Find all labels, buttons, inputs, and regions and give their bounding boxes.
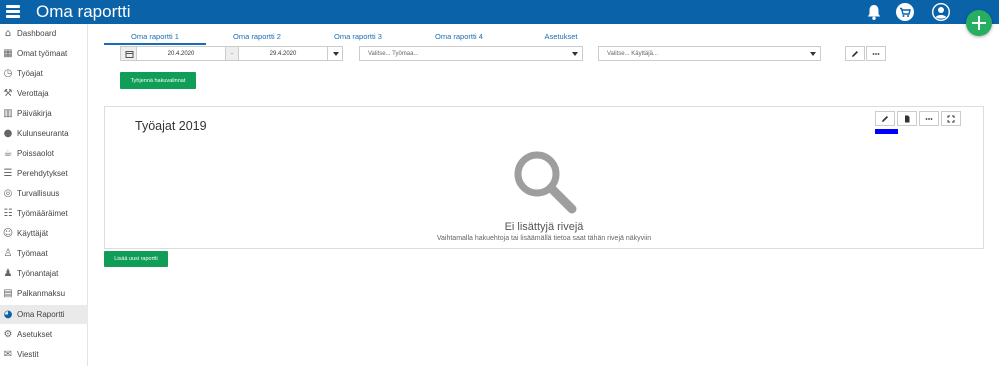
pencil-icon	[852, 50, 858, 57]
payment-icon: ▤	[3, 287, 13, 299]
sidebar-item-label: Verottaja	[17, 89, 49, 98]
sidebar-item-label: Työmääräimet	[17, 209, 68, 218]
sidebar-item-label: Poissaolot	[17, 149, 54, 158]
tab-oma-raportti-2[interactable]: Oma raportti 2	[206, 32, 308, 44]
gear-icon: ⚙	[3, 328, 13, 340]
more-filters-button[interactable]	[866, 46, 886, 61]
worker-icon: ♙	[3, 247, 13, 259]
date-start-input[interactable]: 20.4.2020	[136, 46, 226, 61]
users-icon: ☺	[2, 227, 14, 239]
report-panel: Työajat 2019 Ei lisättyjä rivejä Vaihtam…	[104, 106, 984, 249]
add-fab-button[interactable]	[966, 10, 992, 36]
sidebar-item-tyonantajat[interactable]: ♟ Työnantajat	[0, 264, 88, 283]
coffee-icon: ☕	[3, 147, 13, 159]
sidebar-item-tyomaat[interactable]: ♙ Työmaat	[0, 244, 88, 263]
app-title: Oma raportti	[36, 2, 131, 21]
empty-state-title: Ei lisättyjä rivejä	[504, 221, 584, 233]
date-range-separator: -	[225, 46, 239, 61]
legend-color-swatch	[875, 129, 898, 134]
active-tab-indicator	[104, 43, 206, 45]
sidebar-item-perehdytykset[interactable]: ☰ Perehdytykset	[0, 164, 88, 183]
top-bar: Oma raportti	[0, 0, 999, 24]
sidebar-item-label: Työnantajat	[17, 269, 59, 278]
chevron-down-icon	[572, 52, 578, 56]
sidebar-item-tyoajat[interactable]: ◷ Työajat	[0, 64, 88, 83]
edit-report-button[interactable]	[875, 111, 895, 126]
sidebar-item-dashboard[interactable]: ⌂ Dashboard	[0, 24, 88, 43]
tab-oma-raportti-4[interactable]: Oma raportti 4	[408, 32, 510, 44]
worksite-select-placeholder: Valitse... Työmaa...	[368, 50, 419, 57]
task-list-icon: ☷	[3, 207, 13, 219]
sidebar-item-label: Perehdytykset	[17, 169, 68, 178]
empty-state-subtitle: Vaihtamalla hakuehtoja tai lisäämällä ti…	[436, 235, 652, 242]
date-end-input[interactable]: 29.4.2020	[238, 46, 328, 61]
user-select[interactable]: Valitse... Käyttäjä...	[598, 46, 821, 61]
sidebar-item-label: Työajat	[17, 69, 43, 78]
sidebar-item-paivakirja[interactable]: ▥ Päiväkirja	[0, 104, 88, 123]
export-report-button[interactable]	[897, 111, 917, 126]
sidebar-item-omat-tyomaat[interactable]: ▦ Omat työmaat	[0, 44, 88, 63]
sidebar-item-label: Asetukset	[17, 330, 53, 339]
calendar-button[interactable]	[120, 46, 137, 61]
chevron-down-icon	[810, 52, 816, 56]
date-dropdown-button[interactable]	[327, 46, 343, 61]
sidebar-item-label: Dashboard	[17, 29, 57, 38]
user-select-placeholder: Valitse... Käyttäjä...	[607, 50, 658, 57]
map-pin-icon: ●	[3, 127, 13, 139]
sidebar-item-label: Käyttäjät	[17, 229, 49, 238]
ellipsis-icon	[872, 52, 880, 55]
menu-icon[interactable]	[6, 4, 20, 18]
sidebar-item-turvallisuus[interactable]: ◎ Turvallisuus	[0, 184, 88, 203]
sidebar-item-label: Viestit	[17, 350, 39, 359]
clear-filters-button[interactable]: Tyhjennä hakuvalinnat	[120, 72, 196, 89]
sidebar-item-label: Oma Raportti	[17, 310, 65, 319]
sidebar-item-viestit[interactable]: ✉ Viestit	[0, 345, 88, 364]
sidebar-item-tyomaaraimet[interactable]: ☷ Työmääräimet	[0, 204, 88, 223]
edit-filters-button[interactable]	[845, 46, 865, 61]
sidebar-item-kulunseuranta[interactable]: ● Kulunseuranta	[0, 124, 88, 143]
fullscreen-button[interactable]	[941, 111, 961, 126]
search-magnifier-icon	[514, 151, 577, 214]
clock-icon: ◷	[3, 67, 13, 79]
bell-icon[interactable]	[864, 2, 884, 22]
sidebar-item-palkanmaksu[interactable]: ▤ Palkanmaksu	[0, 284, 88, 303]
add-report-button[interactable]: Lisää uusi raportti	[104, 251, 168, 267]
user-profile-icon[interactable]	[931, 2, 951, 22]
sidebar-item-label: Työmaat	[17, 249, 48, 258]
sidebar-item-label: Kulunseuranta	[17, 129, 69, 138]
sidebar-item-label: Päiväkirja	[17, 109, 52, 118]
gavel-icon: ⚒	[3, 87, 13, 99]
chevron-down-icon	[333, 52, 339, 56]
sidebar-item-label: Omat työmaat	[17, 49, 68, 58]
worksite-select[interactable]: Valitse... Työmaa...	[359, 46, 583, 61]
report-more-button[interactable]	[919, 111, 939, 126]
document-icon	[905, 115, 910, 122]
pencil-icon	[882, 115, 888, 122]
mail-icon: ✉	[3, 348, 13, 360]
cart-icon[interactable]	[895, 2, 915, 22]
sidebar-item-kayttajat[interactable]: ☺ Käyttäjät	[0, 224, 88, 243]
expand-icon	[947, 115, 955, 122]
sidebar-item-verottaja[interactable]: ⚒ Verottaja	[0, 84, 88, 103]
tab-oma-raportti-3[interactable]: Oma raportti 3	[307, 32, 409, 44]
sidebar-item-label: Palkanmaksu	[17, 289, 66, 298]
pie-chart-icon: ◕	[3, 308, 13, 320]
sidebar: ⌂ Dashboard ▦ Omat työmaat ◷ Työajat ⚒ V…	[0, 24, 88, 366]
sidebar-item-asetukset[interactable]: ⚙ Asetukset	[0, 325, 88, 344]
checklist-icon: ☰	[3, 167, 13, 179]
tab-asetukset[interactable]: Asetukset	[510, 32, 612, 44]
dashboard-icon: ⌂	[4, 27, 12, 39]
ellipsis-icon	[925, 117, 933, 120]
safety-icon: ◎	[3, 187, 13, 199]
building-icon: ▦	[3, 47, 13, 59]
sidebar-item-label: Turvallisuus	[17, 189, 60, 198]
book-icon: ▥	[3, 107, 13, 119]
sidebar-item-oma-raportti[interactable]: ◕ Oma Raportti	[0, 305, 88, 324]
sidebar-item-poissaolot[interactable]: ☕ Poissaolot	[0, 144, 88, 163]
employer-icon: ♟	[3, 267, 13, 279]
report-title: Työajat 2019	[135, 119, 207, 133]
